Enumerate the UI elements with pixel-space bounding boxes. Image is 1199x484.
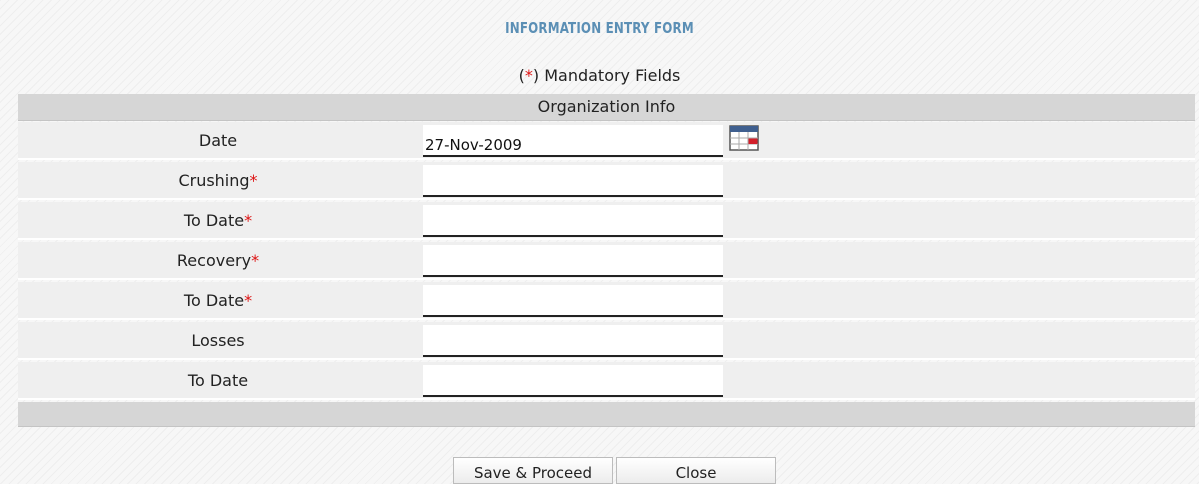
required-star: * [244,211,253,230]
form-title: INFORMATION ENTRY FORM [505,19,694,37]
required-star: * [524,66,533,85]
section-header: Organization Info [18,94,1195,121]
field-label: Crushing* [18,171,418,190]
form-row-crushing: Crushing* [18,162,1195,200]
field-label-text: To Date [187,371,249,390]
crushing-to-date-field[interactable] [423,205,723,237]
field-label: Losses [18,331,418,350]
field-label: To Date* [18,291,418,310]
field-label: Recovery* [18,251,418,270]
mandatory-note: (*) Mandatory Fields [0,66,1199,85]
close-button[interactable]: Close [616,457,776,484]
field-label-text: To Date [183,291,245,310]
losses-field[interactable] [423,325,723,357]
field-label-text: Recovery [176,251,252,270]
calendar-icon[interactable] [729,125,759,151]
form-row-losses-to-date: To Date [18,362,1195,400]
form-row-date: Date [18,122,1195,160]
date-field[interactable] [423,125,723,157]
required-star: * [249,171,258,190]
losses-to-date-field[interactable] [423,365,723,397]
required-star: * [244,291,253,310]
crushing-field[interactable] [423,165,723,197]
mandatory-note-text: ) Mandatory Fields [532,66,681,85]
form-row-crushing-to-date: To Date* [18,202,1195,240]
field-label: Date [18,131,418,150]
recovery-to-date-field[interactable] [423,285,723,317]
field-label: To Date* [18,211,418,230]
form-row-recovery: Recovery* [18,242,1195,280]
recovery-field[interactable] [423,245,723,277]
field-label: To Date [18,371,418,390]
field-label-text: To Date [183,211,245,230]
form-footer-band [18,402,1195,427]
required-star: * [251,251,260,270]
form-row-recovery-to-date: To Date* [18,282,1195,320]
field-label-text: Losses [191,331,245,350]
field-label-text: Crushing [178,171,250,190]
field-label-text: Date [198,131,238,150]
save-proceed-button[interactable]: Save & Proceed [453,457,613,484]
form-row-losses: Losses [18,322,1195,360]
